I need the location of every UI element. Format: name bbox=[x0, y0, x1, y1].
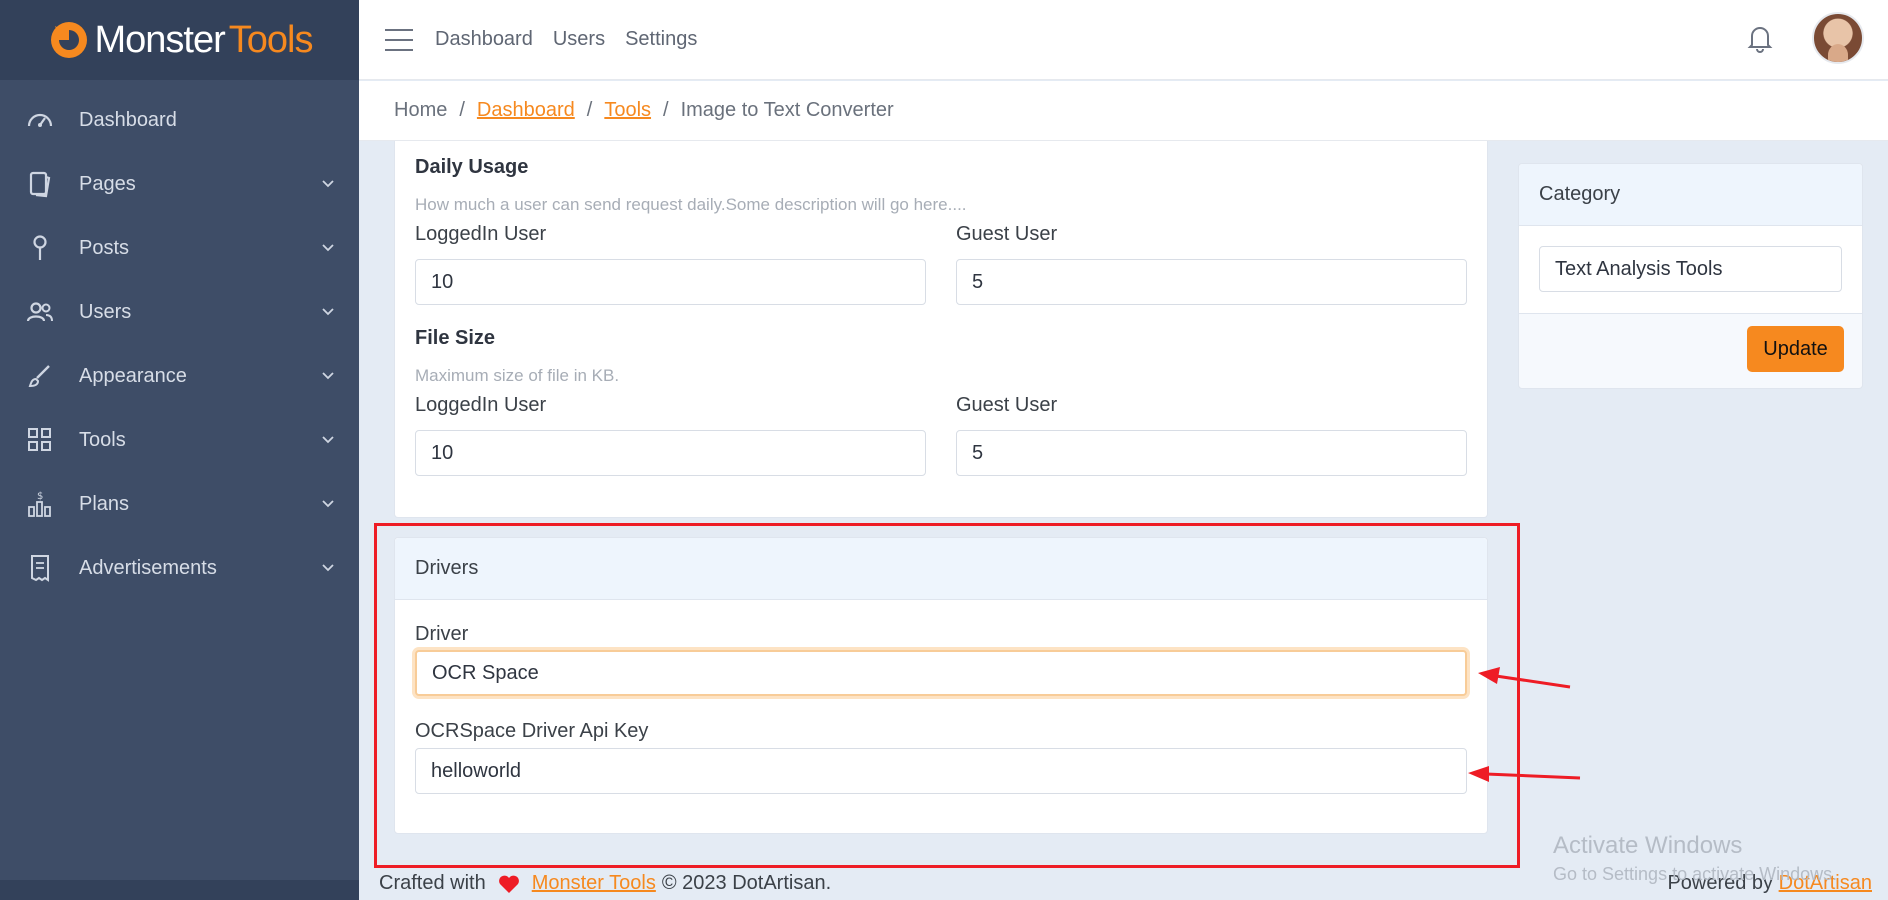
footer-copyright: © 2023 DotArtisan. bbox=[661, 872, 832, 894]
pin-icon bbox=[26, 234, 54, 262]
chevron-down-icon bbox=[322, 308, 334, 316]
sidebar-item-appearance[interactable]: Appearance bbox=[0, 344, 359, 408]
sidebar: Monster Tools Dashboard Pages Posts User… bbox=[0, 0, 359, 900]
topbar: Dashboard Users Settings bbox=[359, 0, 1888, 80]
users-icon bbox=[26, 298, 54, 326]
filesize-logged-input[interactable]: 10 bbox=[415, 430, 926, 476]
footer-brand-link[interactable]: Monster Tools bbox=[532, 872, 656, 895]
sidebar-footer bbox=[0, 880, 359, 900]
sidebar-item-pages[interactable]: Pages bbox=[0, 152, 359, 216]
sidebar-item-dashboard[interactable]: Dashboard bbox=[0, 88, 359, 152]
sidebar-item-label: Appearance bbox=[79, 364, 187, 387]
sidebar-item-users[interactable]: Users bbox=[0, 280, 359, 344]
sidebar-item-label: Tools bbox=[79, 428, 126, 451]
gauge-icon bbox=[26, 106, 54, 134]
heart-icon bbox=[498, 875, 519, 893]
windows-activation-watermark: Activate Windows Go to Settings to activ… bbox=[1553, 832, 1837, 885]
plans-icon: $ bbox=[26, 490, 54, 518]
breadcrumb-current: Image to Text Converter bbox=[680, 99, 894, 121]
footer-credits: Crafted with Monster Tools © 2023 DotArt… bbox=[379, 872, 831, 895]
top-nav: Dashboard Users Settings bbox=[435, 28, 697, 51]
filesize-guest-input[interactable]: 5 bbox=[956, 430, 1467, 476]
top-nav-users[interactable]: Users bbox=[553, 28, 605, 51]
update-button[interactable]: Update bbox=[1747, 326, 1844, 372]
chevron-down-icon bbox=[322, 500, 334, 508]
brush-icon bbox=[26, 362, 54, 390]
grid-icon bbox=[26, 426, 54, 454]
daily-guest-input[interactable]: 5 bbox=[956, 259, 1467, 305]
brand-name-part2: Tools bbox=[228, 18, 314, 61]
topbar-actions bbox=[1746, 12, 1864, 64]
bell-icon[interactable] bbox=[1746, 23, 1774, 53]
breadcrumb-separator: / bbox=[663, 99, 669, 121]
chevron-down-icon bbox=[322, 244, 334, 252]
sidebar-item-plans[interactable]: $ Plans bbox=[0, 472, 359, 536]
chevron-down-icon bbox=[322, 372, 334, 380]
sidebar-item-advertisements[interactable]: Advertisements bbox=[0, 536, 359, 600]
sidebar-item-label: Advertisements bbox=[79, 556, 217, 579]
daily-usage-title: Daily Usage bbox=[415, 156, 529, 178]
chevron-down-icon bbox=[322, 436, 334, 444]
chevron-down-icon bbox=[322, 564, 334, 572]
file-size-description: Maximum size of file in KB. bbox=[415, 366, 620, 385]
category-header: Category bbox=[1519, 164, 1862, 226]
receipt-icon bbox=[26, 554, 54, 582]
avatar[interactable] bbox=[1812, 12, 1864, 64]
watermark-line2: Go to Settings to activate Windows. bbox=[1553, 864, 1838, 884]
footer-crafted-text: Crafted with bbox=[379, 872, 486, 894]
breadcrumb-home[interactable]: Home bbox=[394, 99, 447, 122]
filesize-logged-label: LoggedIn User bbox=[415, 394, 547, 416]
menu-toggle-icon[interactable] bbox=[385, 28, 413, 51]
category-card: Category Text Analysis Tools Update bbox=[1518, 163, 1863, 389]
brand-name-part1: Monster bbox=[94, 18, 226, 61]
top-nav-settings[interactable]: Settings bbox=[625, 28, 697, 51]
sidebar-nav: Dashboard Pages Posts Users Appearance T… bbox=[0, 80, 359, 600]
daily-logged-label: LoggedIn User bbox=[415, 223, 547, 245]
sidebar-item-posts[interactable]: Posts bbox=[0, 216, 359, 280]
sidebar-item-label: Users bbox=[79, 300, 132, 323]
daily-usage-description: How much a user can send request daily.S… bbox=[415, 195, 967, 214]
monster-logo-icon bbox=[50, 22, 87, 58]
pages-icon bbox=[26, 170, 54, 198]
breadcrumb-dashboard[interactable]: Dashboard bbox=[477, 99, 575, 122]
top-nav-dashboard[interactable]: Dashboard bbox=[435, 28, 533, 51]
sidebar-item-label: Pages bbox=[79, 172, 136, 195]
brand-logo[interactable]: Monster Tools bbox=[47, 18, 313, 62]
sidebar-item-label: Plans bbox=[79, 492, 130, 515]
breadcrumb-tools[interactable]: Tools bbox=[604, 99, 651, 122]
brand[interactable]: Monster Tools bbox=[0, 0, 359, 80]
breadcrumb-separator: / bbox=[459, 99, 465, 121]
file-size-title: File Size bbox=[415, 327, 496, 349]
annotation-highlight-box bbox=[374, 523, 1520, 868]
watermark-line1: Activate Windows bbox=[1553, 832, 1743, 859]
daily-logged-input[interactable]: 10 bbox=[415, 259, 926, 305]
sidebar-item-label: Dashboard bbox=[79, 108, 177, 131]
category-body: Text Analysis Tools bbox=[1519, 226, 1862, 314]
usage-card: Daily Usage How much a user can send req… bbox=[394, 141, 1488, 518]
svg-text:$: $ bbox=[37, 491, 43, 502]
chevron-down-icon bbox=[322, 180, 334, 188]
breadcrumb-separator: / bbox=[586, 99, 593, 121]
sidebar-item-label: Posts bbox=[79, 236, 130, 259]
daily-guest-label: Guest User bbox=[956, 223, 1058, 245]
breadcrumb: Home / Dashboard / Tools / Image to Text… bbox=[359, 81, 1888, 141]
sidebar-item-tools[interactable]: Tools bbox=[0, 408, 359, 472]
filesize-guest-label: Guest User bbox=[956, 394, 1058, 416]
category-select[interactable]: Text Analysis Tools bbox=[1539, 246, 1842, 292]
